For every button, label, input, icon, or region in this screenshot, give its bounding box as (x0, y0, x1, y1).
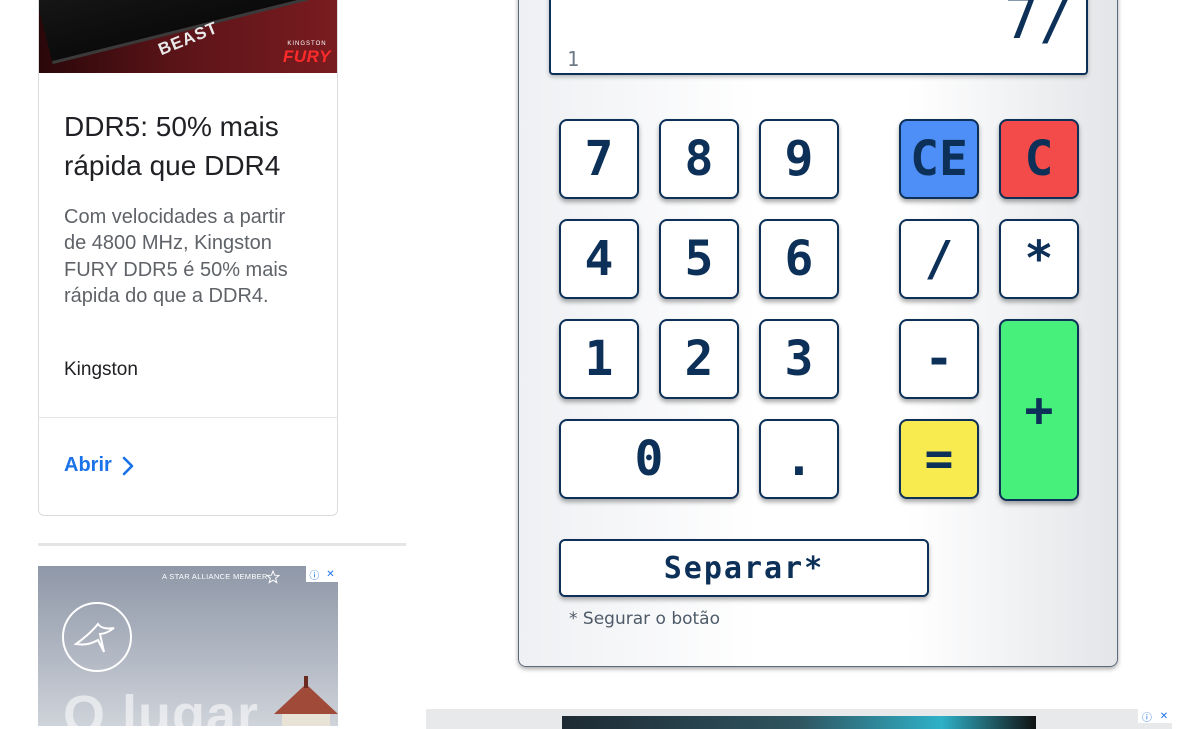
clear-entry-button[interactable]: CE (899, 119, 979, 199)
key-8[interactable]: 8 (659, 119, 739, 199)
calculator-display: 7/ 1 (549, 0, 1088, 75)
adchoices-badge[interactable]: ⓘ ✕ (306, 566, 338, 582)
section-divider (38, 543, 406, 546)
bottom-ad-image[interactable] (562, 716, 1036, 729)
star-alliance-icon (266, 570, 280, 584)
key-5[interactable]: 5 (659, 219, 739, 299)
ad-card[interactable]: BEAST KINGSTON FURY DDR5: 50% mais rápid… (38, 0, 338, 516)
close-icon[interactable]: ✕ (326, 569, 334, 580)
logo-big-text: FURY (283, 47, 331, 66)
info-icon[interactable]: ⓘ (309, 567, 319, 582)
info-icon[interactable]: ⓘ (1142, 709, 1152, 724)
key-6[interactable]: 6 (759, 219, 839, 299)
ad-open-link[interactable]: Abrir (64, 454, 134, 477)
display-value: 7/ (1004, 0, 1074, 52)
ad-divider (39, 417, 337, 418)
multiply-button[interactable]: * (999, 219, 1079, 299)
calculator: 7/ 1 7 8 9 CE C 4 5 6 / * 1 2 3 - + 0 . … (518, 0, 1118, 667)
ad-advertiser: Kingston (64, 359, 138, 380)
separar-button[interactable]: Separar* (559, 539, 929, 597)
equals-button[interactable]: = (899, 419, 979, 499)
key-3[interactable]: 3 (759, 319, 839, 399)
key-7[interactable]: 7 (559, 119, 639, 199)
key-4[interactable]: 4 (559, 219, 639, 299)
crane-logo-icon (62, 602, 132, 672)
ad-image[interactable]: BEAST KINGSTON FURY (39, 0, 337, 73)
key-0[interactable]: 0 (559, 419, 739, 499)
chevron-right-icon (122, 456, 134, 475)
plus-button[interactable]: + (999, 319, 1079, 501)
minus-button[interactable]: - (899, 319, 979, 399)
ad-body: Com velocidades a partir de 4800 MHz, Ki… (64, 206, 288, 307)
key-2[interactable]: 2 (659, 319, 739, 399)
display-history: 1 (567, 47, 580, 71)
kingston-fury-logo: KINGSTON FURY (283, 41, 331, 67)
ad2-tagline: A STAR ALLIANCE MEMBER (162, 572, 268, 581)
divide-button[interactable]: / (899, 219, 979, 299)
key-1[interactable]: 1 (559, 319, 639, 399)
ad-headline[interactable]: DDR5: 50% mais rápida que DDR4 (64, 107, 319, 185)
decimal-button[interactable]: . (759, 419, 839, 499)
ad-open-label: Abrir (64, 454, 112, 476)
house-roof-graphic (274, 676, 338, 726)
key-9[interactable]: 9 (759, 119, 839, 199)
bottom-ad[interactable]: ⓘ ✕ (426, 709, 1172, 729)
bottom-adchoices-badge[interactable]: ⓘ ✕ (1138, 709, 1172, 724)
airline-ad[interactable]: A STAR ALLIANCE MEMBER ⓘ ✕ O lugar (38, 566, 338, 726)
hold-button-hint: * Segurar o botão (569, 609, 720, 629)
clear-button[interactable]: C (999, 119, 1079, 199)
